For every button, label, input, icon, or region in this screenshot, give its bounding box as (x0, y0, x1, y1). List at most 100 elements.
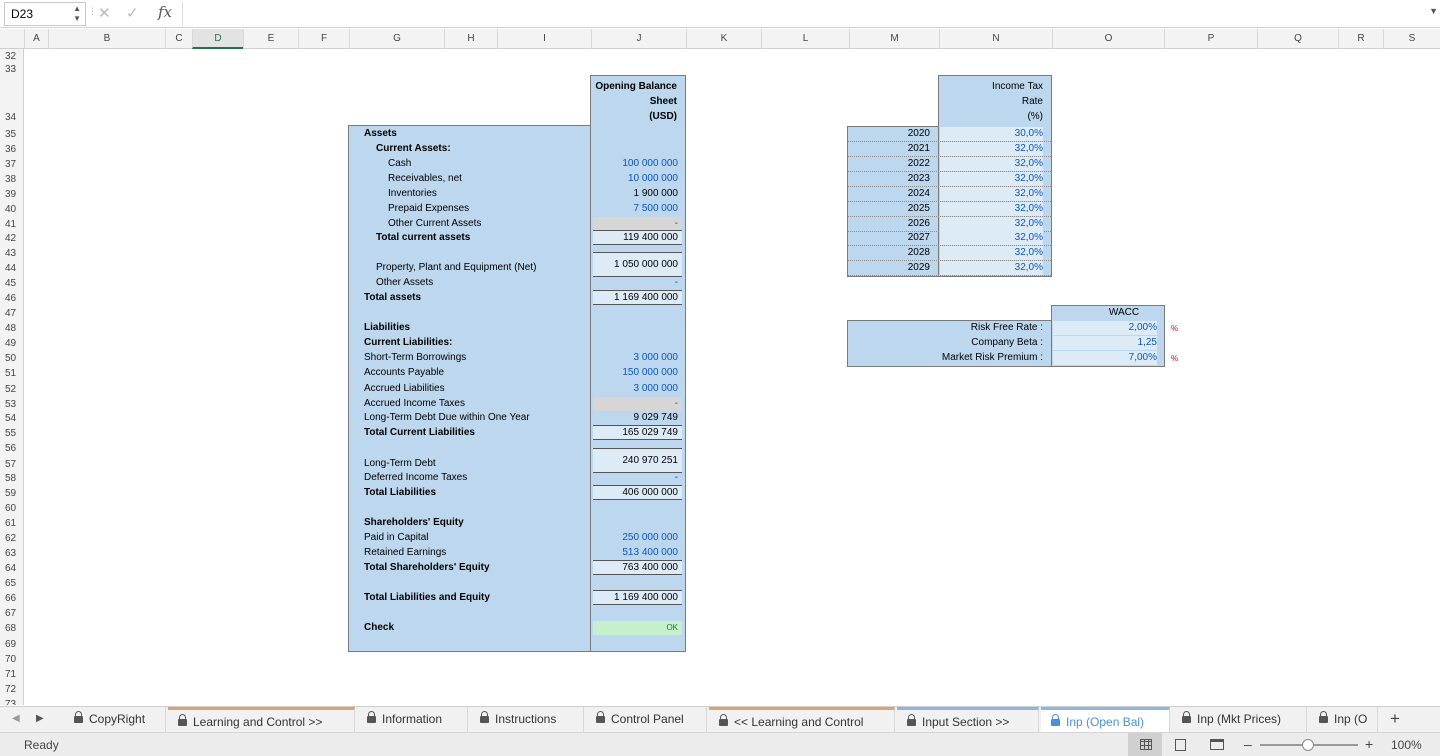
balance-value[interactable]: 240 970 251 (593, 448, 682, 473)
balance-value[interactable]: 3 000 000 (593, 351, 682, 365)
row-header-62[interactable]: 62 (0, 534, 23, 544)
add-sheet-icon[interactable]: + (1390, 709, 1400, 729)
sheet-tab[interactable]: CopyRight (64, 707, 166, 733)
zoom-in-icon[interactable]: + (1365, 736, 1373, 752)
column-header-i[interactable]: I (497, 29, 591, 49)
tax-rate[interactable]: 32,0% (940, 217, 1043, 231)
balance-value[interactable]: 3 000 000 (593, 382, 682, 396)
balance-value[interactable]: 165 029 749 (593, 425, 682, 440)
row-header-33[interactable]: 33 (0, 65, 23, 75)
row-header-66[interactable]: 66 (0, 594, 23, 604)
row-header-63[interactable]: 63 (0, 549, 23, 559)
sheet-tab[interactable]: << Learning and Control (709, 707, 895, 733)
page-break-icon[interactable] (1210, 739, 1224, 750)
sheet-tab[interactable]: Learning and Control >> (168, 707, 355, 733)
balance-value[interactable]: 119 400 000 (593, 230, 682, 245)
row-header-36[interactable]: 36 (0, 145, 23, 155)
next-sheet-icon[interactable]: ▶ (36, 713, 44, 724)
tax-rate[interactable]: 32,0% (940, 202, 1043, 216)
column-header-r[interactable]: R (1338, 29, 1383, 49)
column-header-o[interactable]: O (1052, 29, 1164, 49)
row-header-43[interactable]: 43 (0, 249, 23, 259)
column-header-e[interactable]: E (243, 29, 298, 49)
column-header-g[interactable]: G (349, 29, 444, 49)
row-header-45[interactable]: 45 (0, 279, 23, 289)
tax-rate[interactable]: 32,0% (940, 187, 1043, 201)
row-header-65[interactable]: 65 (0, 579, 23, 589)
wacc-value[interactable]: 2,00% (1053, 321, 1157, 335)
balance-value[interactable]: 1 900 000 (593, 187, 682, 201)
column-header-q[interactable]: Q (1257, 29, 1338, 49)
row-header-49[interactable]: 49 (0, 339, 23, 349)
wacc-value[interactable]: 1,25 (1053, 336, 1157, 350)
row-header-34[interactable]: 34 (0, 113, 23, 123)
expand-formula-bar-icon[interactable]: ▼ (1429, 6, 1438, 16)
row-header-42[interactable]: 42 (0, 234, 23, 244)
sheet-tab[interactable]: Input Section >> (897, 707, 1039, 733)
column-header-h[interactable]: H (444, 29, 497, 49)
column-header-s[interactable]: S (1383, 29, 1440, 49)
page-layout-icon[interactable] (1175, 739, 1186, 751)
tax-rate[interactable]: 32,0% (940, 142, 1043, 156)
balance-value[interactable]: 7 500 000 (593, 202, 682, 216)
row-header-51[interactable]: 51 (0, 369, 23, 379)
column-header-a[interactable]: A (24, 29, 48, 49)
row-header-58[interactable]: 58 (0, 474, 23, 484)
row-header-54[interactable]: 54 (0, 414, 23, 424)
balance-value[interactable]: 1 169 400 000 (593, 290, 682, 305)
tax-rate[interactable]: 30,0% (940, 127, 1043, 141)
balance-value[interactable]: OK (593, 621, 682, 635)
column-header-l[interactable]: L (761, 29, 849, 49)
balance-value[interactable]: - (593, 471, 682, 485)
zoom-level[interactable]: 100% (1391, 738, 1422, 752)
row-header-56[interactable]: 56 (0, 444, 23, 454)
balance-value[interactable]: 10 000 000 (593, 172, 682, 186)
zoom-out-icon[interactable]: – (1244, 736, 1252, 752)
wacc-value[interactable]: 7,00% (1053, 351, 1157, 365)
row-header-73[interactable]: 73 (0, 700, 23, 706)
sheet-tab[interactable]: Inp (O (1309, 707, 1378, 733)
row-header-39[interactable]: 39 (0, 190, 23, 200)
column-header-k[interactable]: K (686, 29, 761, 49)
row-header-55[interactable]: 55 (0, 429, 23, 439)
tax-rate[interactable]: 32,0% (940, 172, 1043, 186)
row-header-44[interactable]: 44 (0, 264, 23, 274)
sheet-tab[interactable]: Instructions (470, 707, 584, 733)
row-header-72[interactable]: 72 (0, 685, 23, 695)
row-header-53[interactable]: 53 (0, 400, 23, 410)
column-header-p[interactable]: P (1164, 29, 1257, 49)
spinner-icon[interactable]: ▲ ▼ (73, 4, 81, 24)
sheet-grid[interactable] (24, 49, 1440, 705)
row-header-60[interactable]: 60 (0, 504, 23, 514)
balance-value[interactable]: 1 169 400 000 (593, 590, 682, 605)
sheet-tab[interactable]: Control Panel (586, 707, 707, 733)
insert-function-button[interactable]: fx (158, 3, 172, 21)
row-header-57[interactable]: 57 (0, 460, 23, 470)
cancel-icon[interactable]: ✕ (98, 4, 111, 22)
prev-sheet-icon[interactable]: ◀ (12, 713, 20, 724)
balance-value[interactable]: 9 029 749 (593, 411, 682, 425)
balance-value[interactable]: 406 000 000 (593, 485, 682, 500)
tax-rate[interactable]: 32,0% (940, 231, 1043, 245)
row-header-61[interactable]: 61 (0, 519, 23, 529)
balance-value[interactable]: 763 400 000 (593, 560, 682, 575)
sheet-tab[interactable]: Inp (Mkt Prices) (1172, 707, 1307, 733)
row-header-38[interactable]: 38 (0, 175, 23, 185)
row-header-69[interactable]: 69 (0, 640, 23, 650)
balance-value[interactable]: 250 000 000 (593, 531, 682, 545)
row-header-48[interactable]: 48 (0, 324, 23, 334)
row-header-70[interactable]: 70 (0, 655, 23, 665)
balance-value[interactable]: 100 000 000 (593, 157, 682, 171)
row-header-40[interactable]: 40 (0, 205, 23, 215)
row-header-50[interactable]: 50 (0, 354, 23, 364)
column-header-c[interactable]: C (165, 29, 192, 49)
column-header-b[interactable]: B (48, 29, 165, 49)
drag-handle-icon[interactable]: ⋮ (88, 6, 97, 17)
row-header-35[interactable]: 35 (0, 130, 23, 140)
tax-rate[interactable]: 32,0% (940, 261, 1043, 275)
formula-input[interactable] (182, 2, 1430, 26)
zoom-slider-thumb[interactable] (1302, 739, 1314, 751)
row-header-64[interactable]: 64 (0, 564, 23, 574)
balance-value[interactable]: - (593, 217, 682, 231)
name-box[interactable]: D23 ▲ ▼ (4, 2, 86, 26)
